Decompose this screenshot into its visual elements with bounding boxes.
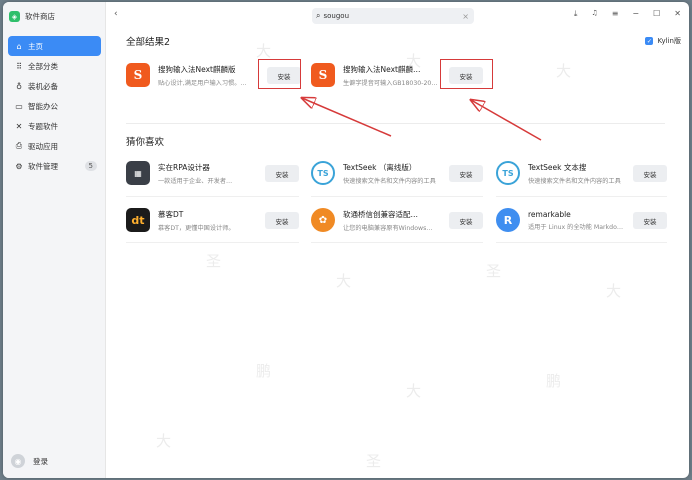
window-controls: ⤓ ♫ ≡ − ☐ ✕ [574,9,681,19]
close-button[interactable]: ✕ [674,9,681,19]
sidebar-nav: ⌂ 主页 ⠿ 全部分类 ♁ 装机必备 ▭ 智能办公 ✕ 专题软件 ⎙ 驱动应用 [8,36,101,176]
watermark: 圣 [366,452,382,470]
back-button[interactable]: ‹ [114,9,118,19]
annotation-arrow [302,98,392,137]
divider [126,242,299,243]
bell-icon[interactable]: ♫ [591,9,597,19]
store-icon: ◈ [9,11,20,22]
watermark: 大 [406,382,422,400]
driver-icon: ⎙ [15,141,23,150]
watermark: 大 [336,272,352,290]
home-icon: ⌂ [16,41,22,51]
annotation-arrow [471,100,542,141]
sidebar-item-drivers[interactable]: ⎙ 驱动应用 [8,136,101,156]
settings-icon: ⚙ [15,161,23,171]
sidebar-item-topics[interactable]: ✕ 专题软件 [8,116,101,136]
top-bar: ‹ ⌕ sougou × ⤓ ♫ ≡ − ☐ ✕ [106,2,689,30]
sidebar-item-label: 装机必备 [28,81,58,91]
watermark: 鹏 [546,372,562,390]
sidebar-item-label: 主页 [28,41,43,51]
minimize-button[interactable]: − [632,9,639,19]
main-content: 大 大 大 圣 大 圣 大 鹏 大 鹏 大 圣 全部结果2 ✓ Kylin版 S… [106,30,689,478]
sidebar: ◈ 软件商店 ⌂ 主页 ⠿ 全部分类 ♁ 装机必备 ▭ 智能办公 ✕ 专题软件 [3,2,106,478]
sidebar-item-label: 驱动应用 [28,141,58,151]
package-icon: ♁ [16,81,22,91]
avatar: ◉ [11,454,25,468]
grid-icon: ⠿ [16,61,22,71]
sidebar-item-manage[interactable]: ⚙ 软件管理 5 [8,156,101,176]
search-input[interactable]: ⌕ sougou × [312,8,474,24]
sidebar-item-label: 智能办公 [28,101,58,111]
app-window: ◈ 软件商店 ⌂ 主页 ⠿ 全部分类 ♁ 装机必备 ▭ 智能办公 ✕ 专题软件 [3,2,689,478]
download-icon[interactable]: ⤓ [574,9,578,19]
topic-icon: ✕ [15,121,23,131]
login-label: 登录 [33,456,48,466]
sidebar-item-office[interactable]: ▭ 智能办公 [8,96,101,116]
watermark: 圣 [486,262,502,280]
search-icon: ⌕ [316,11,321,20]
clear-search-icon[interactable]: × [462,12,469,21]
sidebar-item-label: 软件管理 [28,161,58,171]
divider [496,242,667,243]
update-count-badge: 5 [84,161,97,171]
maximize-button[interactable]: ☐ [653,9,660,19]
sidebar-item-categories[interactable]: ⠿ 全部分类 [8,56,101,76]
annotation-arrows [106,30,542,141]
watermark: 鹏 [256,362,272,380]
search-value: sougou [323,12,350,20]
monitor-icon: ▭ [15,101,23,111]
sidebar-item-label: 专题软件 [28,121,58,131]
app-title: ◈ 软件商店 [9,11,55,22]
menu-icon[interactable]: ≡ [612,9,619,19]
login-button[interactable]: ◉ 登录 [11,454,48,468]
watermark: 圣 [206,252,222,270]
divider [311,242,483,243]
app-title-label: 软件商店 [25,12,55,21]
watermark: 大 [606,282,622,300]
watermark: 大 [156,432,172,450]
sidebar-item-home[interactable]: ⌂ 主页 [8,36,101,56]
sidebar-item-label: 全部分类 [28,61,58,71]
sidebar-item-essentials[interactable]: ♁ 装机必备 [8,76,101,96]
